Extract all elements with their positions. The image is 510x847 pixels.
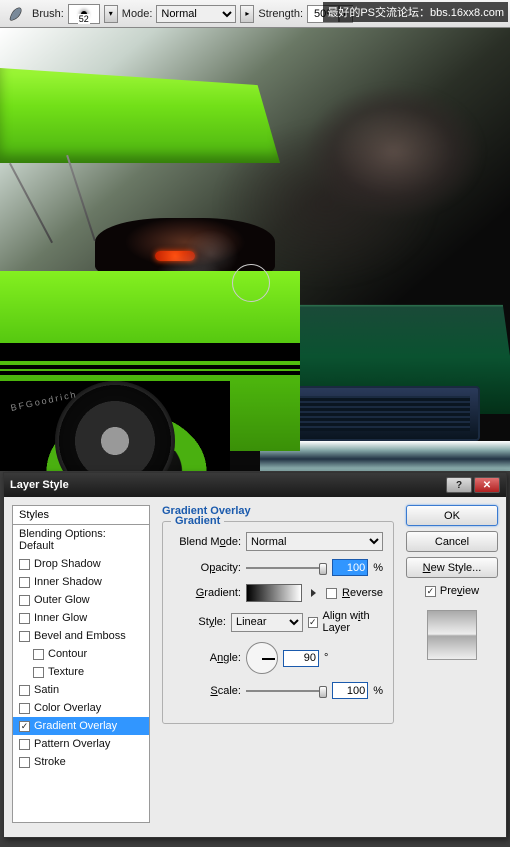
texture-item[interactable]: Texture [13,663,149,681]
bevel-item[interactable]: Bevel and Emboss [13,627,149,645]
gradient-overlay-check[interactable]: ✓ [19,721,30,732]
scale-pct: % [373,685,383,697]
brush-size-value: 52 [78,14,90,24]
styles-column: Styles Blending Options: Default Drop Sh… [12,505,150,823]
gradient-overlay-item[interactable]: ✓Gradient Overlay [13,717,149,735]
brush-preset-picker[interactable]: 52 [68,4,100,24]
scale-slider[interactable] [246,683,327,699]
pattern-overlay-item[interactable]: Pattern Overlay [13,735,149,753]
opacity-slider[interactable] [246,560,327,576]
brush-cursor-icon [232,264,270,302]
dialog-buttons: OK Cancel New Style... ✓ Preview [406,505,498,823]
contour-item[interactable]: Contour [13,645,149,663]
style-label: Style: [173,616,226,628]
scale-input[interactable] [332,682,368,699]
align-label: Align with Layer [323,610,384,634]
angle-dial[interactable] [246,642,278,674]
drop-shadow-item[interactable]: Drop Shadow [13,555,149,573]
dialog-title: Layer Style [10,479,69,491]
color-overlay-check[interactable] [19,703,30,714]
bevel-check[interactable] [19,631,30,642]
texture-check[interactable] [33,667,44,678]
align-check[interactable]: ✓ [308,617,318,628]
mode-label: Mode: [122,8,153,20]
inner-shadow-check[interactable] [19,577,30,588]
preview-check[interactable]: ✓ [425,586,436,597]
pattern-overlay-check[interactable] [19,739,30,750]
watermark: 最好的PS交流论坛：bbs.16xx8.com [323,2,508,22]
blend-mode-select[interactable]: Normal [246,532,383,551]
color-overlay-item[interactable]: Color Overlay [13,699,149,717]
blend-mode-label: Blend Mode: [173,536,241,548]
strength-label: Strength: [258,8,303,20]
angle-label: Angle: [173,652,241,664]
stroke-check[interactable] [19,757,30,768]
smudge-tool-icon[interactable] [4,2,28,26]
preview-swatch [427,610,477,660]
preview-label: Preview [440,585,479,597]
opacity-label: Opacity: [173,562,241,574]
gradient-fieldset: Gradient Blend Mode: Normal Opacity: % G… [162,521,394,724]
gradient-label: Gradient: [173,587,241,599]
angle-input[interactable] [283,650,319,667]
satin-check[interactable] [19,685,30,696]
reverse-label: Reverse [342,587,383,599]
cancel-button[interactable]: Cancel [406,531,498,552]
gradient-legend: Gradient [171,515,224,527]
drop-shadow-check[interactable] [19,559,30,570]
reverse-check[interactable] [326,588,337,599]
angle-deg: ° [324,652,328,664]
blending-options-item[interactable]: Blending Options: Default [13,525,149,555]
image-canvas[interactable]: BFGoodrich [0,28,510,471]
satin-item[interactable]: Satin [13,681,149,699]
mode-extra-icon[interactable]: ▸ [240,5,254,23]
contour-check[interactable] [33,649,44,660]
outer-glow-check[interactable] [19,595,30,606]
style-select[interactable]: Linear [231,613,303,632]
stroke-item[interactable]: Stroke [13,753,149,771]
mode-select[interactable]: Normal [156,5,236,23]
inner-glow-check[interactable] [19,613,30,624]
dialog-title-bar[interactable]: Layer Style ? ✕ [4,473,506,497]
new-style-button[interactable]: New Style... [406,557,498,578]
canvas-car-grille [280,386,480,441]
opacity-pct: % [373,562,383,574]
help-button[interactable]: ? [446,477,472,493]
settings-panel: Gradient Overlay Gradient Blend Mode: No… [158,505,398,823]
brush-label: Brush: [32,8,64,20]
brush-picker-arrow-icon[interactable]: ▾ [104,5,118,23]
inner-shadow-item[interactable]: Inner Shadow [13,573,149,591]
ok-button[interactable]: OK [406,505,498,526]
scale-label: Scale: [173,685,241,697]
outer-glow-item[interactable]: Outer Glow [13,591,149,609]
inner-glow-item[interactable]: Inner Glow [13,609,149,627]
opacity-input[interactable] [332,559,368,576]
layer-style-dialog: Layer Style ? ✕ Styles Blending Options:… [3,472,507,838]
styles-list: Blending Options: Default Drop Shadow In… [12,525,150,823]
styles-header[interactable]: Styles [12,505,150,525]
close-button[interactable]: ✕ [474,477,500,493]
gradient-picker[interactable] [246,584,302,602]
